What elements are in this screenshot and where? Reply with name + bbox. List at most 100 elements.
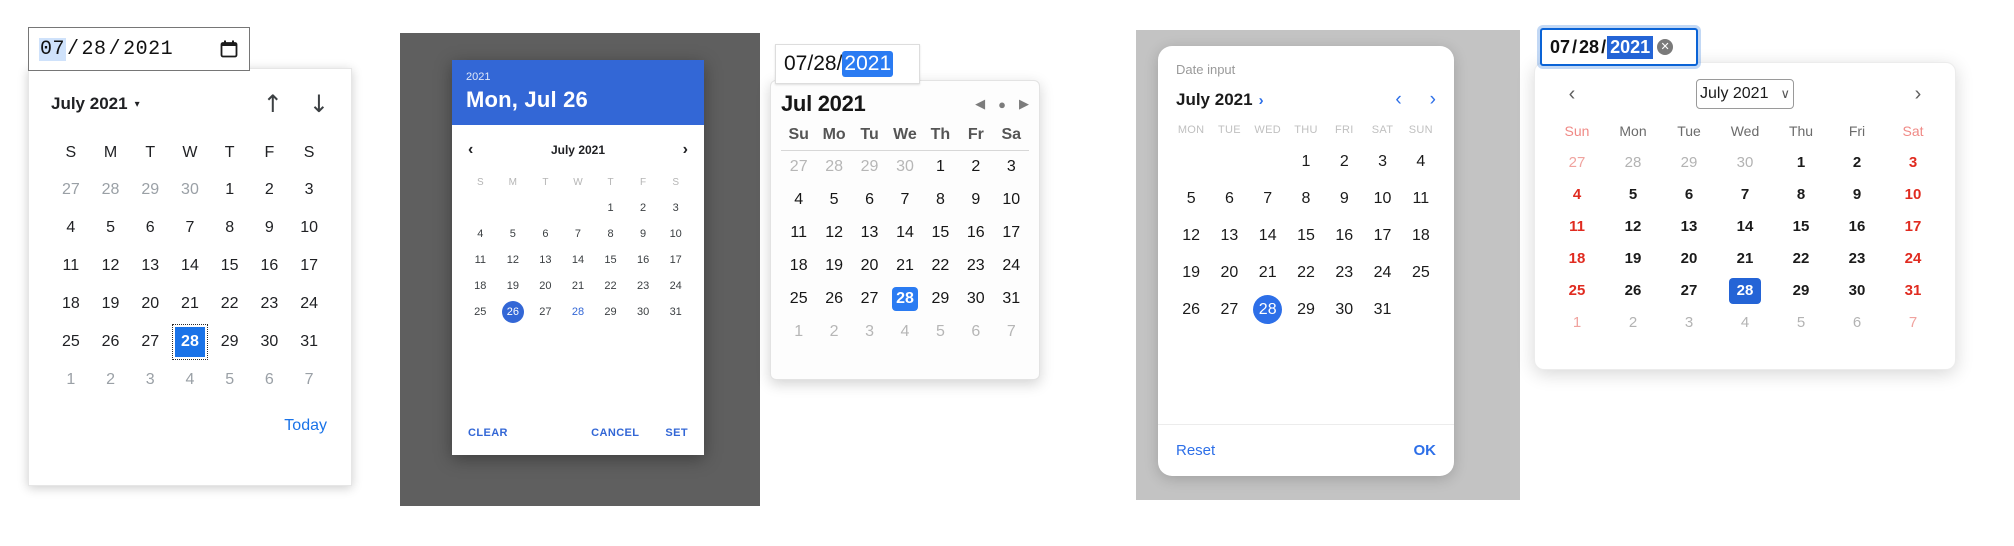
day-cell[interactable]: 7 (289, 361, 329, 399)
day-cell[interactable]: 11 (781, 216, 816, 249)
date-segment-day[interactable]: 28 (813, 52, 836, 76)
day-cell[interactable]: 20 (852, 249, 887, 282)
day-cell[interactable]: 17 (659, 247, 692, 273)
day-cell[interactable]: 3 (1885, 147, 1941, 179)
day-cell[interactable]: 28 (91, 171, 131, 209)
date-segment-month[interactable]: 07 (39, 37, 67, 61)
day-cell[interactable]: 26 (816, 282, 851, 315)
date-segment-day[interactable]: 28 (81, 38, 108, 61)
day-cell[interactable]: 10 (659, 221, 692, 247)
day-cell[interactable]: 8 (923, 183, 958, 216)
day-cell[interactable]: 29 (1287, 291, 1325, 328)
day-cell[interactable]: 4 (887, 315, 922, 348)
day-cell[interactable]: 13 (1661, 211, 1717, 243)
day-cell-selected[interactable]: 28 (170, 323, 210, 361)
day-cell[interactable]: 31 (659, 299, 692, 325)
day-cell[interactable]: 16 (627, 247, 660, 273)
day-cell[interactable]: 20 (1210, 254, 1248, 291)
day-cell[interactable]: 23 (250, 285, 290, 323)
cancel-button[interactable]: CANCEL (591, 427, 639, 439)
date-input-field[interactable]: 07 / 28 / 2021 ✕ (1540, 28, 1698, 66)
day-cell[interactable]: 30 (1717, 147, 1773, 179)
day-cell[interactable]: 5 (1773, 307, 1829, 339)
day-cell[interactable]: 6 (1210, 180, 1248, 217)
day-cell[interactable]: 30 (1325, 291, 1363, 328)
day-cell[interactable]: 4 (170, 361, 210, 399)
day-cell[interactable]: 11 (51, 247, 91, 285)
day-cell[interactable]: 2 (1605, 307, 1661, 339)
day-cell[interactable]: 27 (1549, 147, 1605, 179)
month-year-select[interactable]: July 2021 ∨ (1696, 79, 1794, 109)
day-cell[interactable]: 13 (852, 216, 887, 249)
day-cell[interactable]: 3 (994, 150, 1029, 183)
day-cell[interactable]: 26 (1605, 275, 1661, 307)
prev-month-icon[interactable]: ‹ (1549, 83, 1595, 106)
day-cell[interactable]: 19 (91, 285, 131, 323)
date-input-field[interactable]: 07 / 28 / 2021 (775, 44, 920, 84)
day-cell[interactable]: 12 (1172, 217, 1210, 254)
month-year-label[interactable]: July 2021 (51, 94, 128, 114)
day-cell[interactable]: 4 (1402, 143, 1440, 180)
day-cell[interactable]: 25 (464, 299, 497, 325)
day-cell[interactable]: 17 (289, 247, 329, 285)
day-cell[interactable]: 8 (594, 221, 627, 247)
day-cell[interactable]: 5 (91, 209, 131, 247)
day-cell[interactable]: 31 (1363, 291, 1401, 328)
day-cell[interactable]: 18 (1549, 243, 1605, 275)
day-cell[interactable]: 5 (1605, 179, 1661, 211)
date-segment-month[interactable]: 07 (1549, 37, 1571, 58)
month-year-label[interactable]: July 2021 (1176, 90, 1253, 110)
day-cell[interactable]: 28 (562, 299, 595, 325)
set-button[interactable]: SET (665, 427, 688, 439)
day-cell[interactable]: 27 (529, 299, 562, 325)
day-cell[interactable]: 23 (627, 273, 660, 299)
day-cell-selected[interactable]: 28 (887, 282, 922, 315)
day-cell[interactable]: 4 (51, 209, 91, 247)
day-cell[interactable]: 13 (130, 247, 170, 285)
day-cell[interactable]: 3 (659, 195, 692, 221)
next-month-icon[interactable]: › (683, 141, 688, 159)
date-segment-year[interactable]: 2021 (1607, 35, 1654, 59)
day-cell[interactable]: 15 (1287, 217, 1325, 254)
day-cell[interactable]: 6 (958, 315, 993, 348)
day-cell[interactable]: 8 (210, 209, 250, 247)
day-cell[interactable]: 27 (51, 171, 91, 209)
next-month-arrow-down-icon[interactable]: ↓ (309, 92, 329, 116)
day-cell[interactable]: 9 (1829, 179, 1885, 211)
day-cell[interactable]: 27 (1661, 275, 1717, 307)
day-cell[interactable]: 14 (170, 247, 210, 285)
day-cell[interactable]: 29 (1773, 275, 1829, 307)
day-cell[interactable]: 18 (51, 285, 91, 323)
date-input-field[interactable]: 07 / 28 / 2021 (28, 27, 250, 71)
day-cell[interactable]: 5 (1172, 180, 1210, 217)
day-cell[interactable]: 4 (781, 183, 816, 216)
day-cell[interactable]: 25 (781, 282, 816, 315)
date-segment-day[interactable]: 28 (1578, 37, 1600, 58)
day-cell[interactable]: 19 (1605, 243, 1661, 275)
day-cell[interactable]: 10 (1885, 179, 1941, 211)
day-cell[interactable]: 30 (958, 282, 993, 315)
day-cell-selected[interactable]: 28 (1717, 275, 1773, 307)
day-cell[interactable]: 22 (210, 285, 250, 323)
day-cell[interactable]: 6 (1829, 307, 1885, 339)
prev-month-icon[interactable]: ◀ (975, 96, 985, 112)
day-cell[interactable]: 22 (1773, 243, 1829, 275)
selected-date-label[interactable]: Mon, Jul 26 (466, 85, 690, 115)
next-month-icon[interactable]: › (1430, 89, 1436, 111)
day-cell-selected[interactable]: 28 (1249, 291, 1287, 328)
day-cell[interactable]: 27 (852, 282, 887, 315)
day-cell[interactable]: 6 (130, 209, 170, 247)
day-cell[interactable]: 1 (594, 195, 627, 221)
day-cell[interactable]: 14 (1249, 217, 1287, 254)
day-cell[interactable]: 23 (1829, 243, 1885, 275)
day-cell-selected[interactable]: 26 (497, 299, 530, 325)
date-segment-month[interactable]: 07 (784, 52, 807, 76)
day-cell[interactable]: 26 (91, 323, 131, 361)
day-cell[interactable]: 5 (497, 221, 530, 247)
day-cell[interactable]: 9 (1325, 180, 1363, 217)
day-cell[interactable]: 28 (1605, 147, 1661, 179)
day-cell[interactable]: 21 (170, 285, 210, 323)
day-cell[interactable]: 28 (816, 150, 851, 183)
day-cell[interactable]: 7 (562, 221, 595, 247)
day-cell[interactable]: 9 (250, 209, 290, 247)
